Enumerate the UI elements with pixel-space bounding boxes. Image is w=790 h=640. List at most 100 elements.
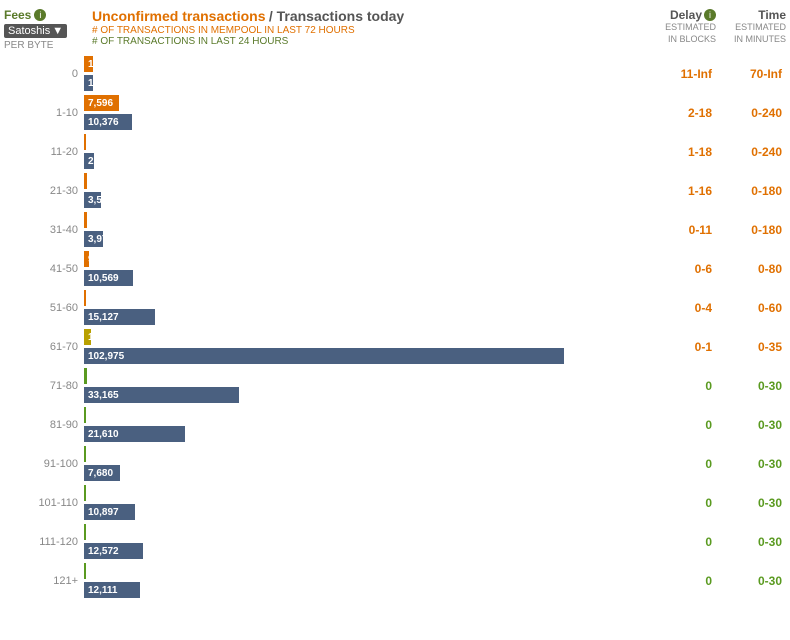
row-values: 00-30 (646, 406, 786, 443)
bar-label: 33,165 (84, 390, 119, 401)
bar-group: 1317,680 (84, 445, 646, 482)
bar-label: 10,897 (84, 507, 119, 518)
time-header: Time ESTIMATED IN MINUTES (716, 8, 786, 45)
fees-info-icon[interactable]: i (34, 9, 46, 21)
row-values: 0-10-35 (646, 328, 786, 365)
bar-group: 99310,569 (84, 250, 646, 287)
table-row: 21-305563,5821-160-180 (4, 172, 786, 209)
bar-group: 633 33,165 (84, 367, 646, 404)
time-value: 0-80 (716, 262, 786, 276)
y-label: 121+ (4, 562, 84, 599)
chevron-down-icon: ▼ (52, 25, 63, 37)
bar-label: 633 (84, 371, 105, 382)
title-section: Unconfirmed transactions / Transactions … (84, 8, 646, 47)
delay-value: 0 (646, 379, 716, 393)
time-value: 0-30 (716, 457, 786, 471)
y-label: 41-50 (4, 250, 84, 287)
time-value: 0-30 (716, 574, 786, 588)
bar-group: 4492,065 (84, 133, 646, 170)
bar-label: 15,127 (84, 312, 119, 323)
table-row: 41-5099310,5690-60-80 (4, 250, 786, 287)
delay-value: 1-18 (646, 145, 716, 159)
y-label: 61-70 (4, 328, 84, 365)
bar-group: 7,596 10,376 (84, 94, 646, 131)
table-row: 71-80633 33,165 00-30 (4, 367, 786, 404)
y-label: 101-110 (4, 484, 84, 521)
time-value: 0-60 (716, 301, 786, 315)
row-values: 1-180-240 (646, 133, 786, 170)
bar-group: 15212,572 (84, 523, 646, 560)
table-row: 81-9025521,61000-30 (4, 406, 786, 443)
row-values: 00-30 (646, 445, 786, 482)
time-value: 0-180 (716, 223, 786, 237)
table-row: 61-701,405 102,975 0-10-35 (4, 328, 786, 365)
bar-label: 161 (84, 488, 105, 499)
y-label: 111-120 (4, 523, 84, 560)
row-values: 00-30 (646, 367, 786, 404)
delay-value: 11-Inf (646, 67, 716, 81)
y-label: 1-10 (4, 94, 84, 131)
time-sub: ESTIMATED IN MINUTES (716, 22, 786, 45)
table-row: 121+237 12,111 00-30 (4, 562, 786, 599)
bar-label: 102,975 (84, 351, 124, 362)
bar-label: 543 (84, 215, 105, 226)
subtitle2: # OF TRANSACTIONS IN LAST 24 HOURS (92, 36, 646, 47)
row-values: 1-160-180 (646, 172, 786, 209)
bar-group: 1,405 102,975 (84, 328, 646, 365)
bar-label: 2,065 (84, 156, 113, 167)
row-values: 0-110-180 (646, 211, 786, 248)
delay-value: 0 (646, 574, 716, 588)
bar-group: 325 15,127 (84, 289, 646, 326)
delay-value: 1-16 (646, 184, 716, 198)
delay-info-icon[interactable]: i (704, 9, 716, 21)
delay-value: 2-18 (646, 106, 716, 120)
bar-label: 10,376 (84, 117, 119, 128)
row-values: 0-40-60 (646, 289, 786, 326)
time-value: 0-30 (716, 496, 786, 510)
fees-section: Fees i Satoshis ▼ PER BYTE (4, 8, 84, 51)
table-row: 01,8341,96111-Inf70-Inf (4, 55, 786, 92)
y-label: 31-40 (4, 211, 84, 248)
time-value: 0-240 (716, 106, 786, 120)
bar-label: 556 (84, 176, 105, 187)
time-value: 0-30 (716, 379, 786, 393)
bar-group: 1,8341,961 (84, 55, 646, 92)
delay-value: 0 (646, 457, 716, 471)
bar-group: 556 3,582 (84, 172, 646, 209)
table-row: 91-1001317,68000-30 (4, 445, 786, 482)
table-row: 51-60325 15,127 0-40-60 (4, 289, 786, 326)
bar-label: 7,596 (84, 98, 113, 109)
table-row: 1-107,596 10,376 2-180-240 (4, 94, 786, 131)
bar-label: 10,569 (84, 273, 119, 284)
time-value: 0-30 (716, 535, 786, 549)
bar-group: 237 12,111 (84, 562, 646, 599)
table-row: 101-11016110,89700-30 (4, 484, 786, 521)
bar-label: 1,961 (84, 78, 113, 89)
time-value: 0-30 (716, 418, 786, 432)
bar-group: 25521,610 (84, 406, 646, 443)
bar-label: 12,111 (84, 585, 117, 596)
main-container: Fees i Satoshis ▼ PER BYTE Unconfirmed t… (0, 0, 790, 609)
bar-label: 1,405 (84, 332, 113, 343)
bar-label: 3,971 (84, 234, 113, 245)
fees-label: Fees (4, 8, 31, 22)
bar-label: 7,680 (84, 468, 113, 479)
y-label: 51-60 (4, 289, 84, 326)
bar-label: 237 (84, 566, 105, 577)
y-label: 71-80 (4, 367, 84, 404)
fees-dropdown[interactable]: Satoshis ▼ (4, 24, 67, 38)
delay-value: 0-1 (646, 340, 716, 354)
bar-label: 3,582 (84, 195, 113, 206)
time-value: 0-240 (716, 145, 786, 159)
delay-value: 0-11 (646, 223, 716, 237)
bar-label: 152 (84, 527, 105, 538)
table-row: 31-40543 3,971 0-110-180 (4, 211, 786, 248)
y-label: 81-90 (4, 406, 84, 443)
row-values: 0-60-80 (646, 250, 786, 287)
bar-label: 325 (84, 293, 105, 304)
row-values: 2-180-240 (646, 94, 786, 131)
bar-label: 255 (84, 410, 105, 421)
delay-value: 0 (646, 535, 716, 549)
header: Fees i Satoshis ▼ PER BYTE Unconfirmed t… (4, 8, 786, 51)
delay-value: 0-4 (646, 301, 716, 315)
